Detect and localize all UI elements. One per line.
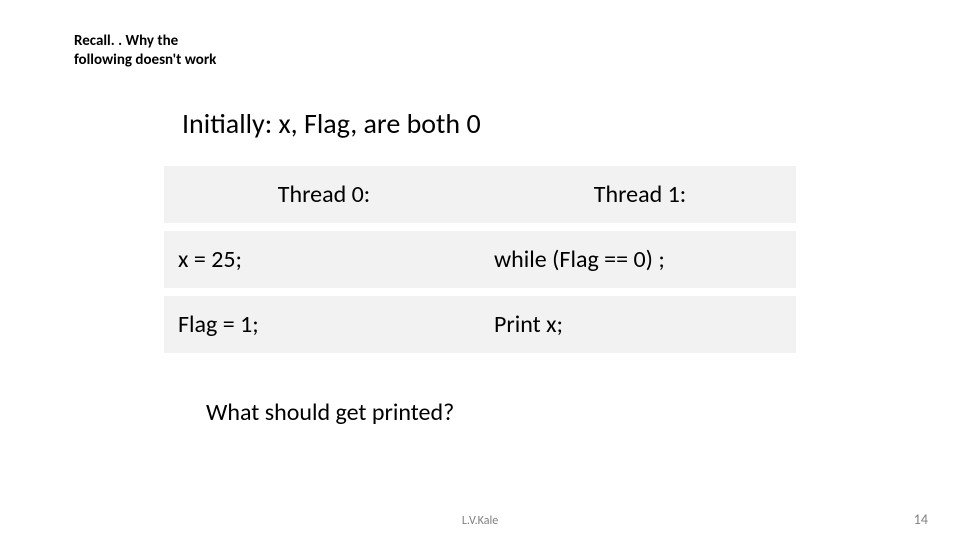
initial-conditions: Initially: x, Flag, are both 0 — [182, 106, 481, 141]
thread1-stmt2: Print x; — [480, 296, 796, 353]
table-header-row: Thread 0: Thread 1: — [164, 166, 796, 223]
table-row: Flag = 1; Print x; — [164, 296, 796, 353]
thread1-header: Thread 1: — [480, 166, 796, 223]
title-line-2: following doesn't work — [74, 51, 216, 69]
question-text: What should get printed? — [206, 398, 454, 427]
threads-table: Thread 0: Thread 1: x = 25; while (Flag … — [164, 166, 796, 353]
thread1-stmt1: while (Flag == 0) ; — [480, 231, 796, 288]
slide: Recall. . Why the following doesn't work… — [0, 0, 960, 540]
thread0-stmt1: x = 25; — [164, 231, 480, 288]
table-row: x = 25; while (Flag == 0) ; — [164, 231, 796, 288]
slide-title: Recall. . Why the following doesn't work — [74, 32, 216, 70]
footer-page-number: 14 — [914, 511, 928, 528]
title-line-1: Recall. . Why the — [74, 32, 178, 50]
footer-author: L.V.Kale — [0, 514, 960, 528]
thread0-header: Thread 0: — [164, 166, 480, 223]
thread0-stmt2: Flag = 1; — [164, 296, 480, 353]
